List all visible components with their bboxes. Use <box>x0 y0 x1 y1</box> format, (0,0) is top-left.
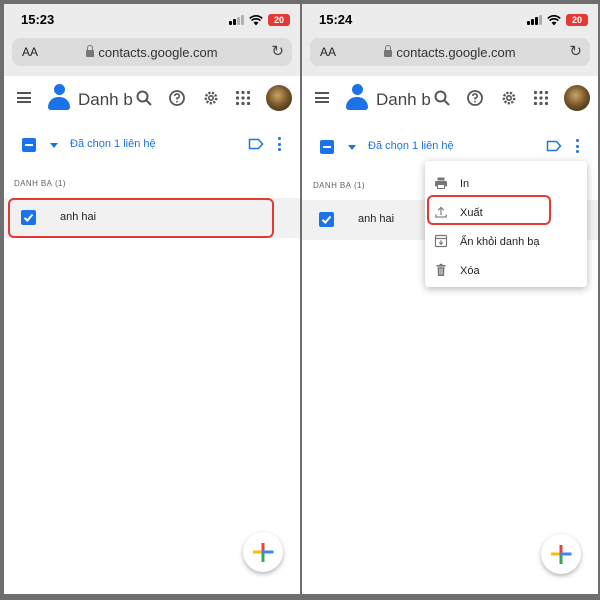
url-display[interactable]: contacts.google.com <box>310 45 590 60</box>
app-title[interactable]: Danh b <box>78 90 133 110</box>
menu-item-delete[interactable]: Xóa <box>425 257 587 285</box>
app-title[interactable]: Danh b <box>376 90 431 110</box>
selection-toolbar: Đã chọn 1 liên hệ <box>4 132 300 160</box>
status-time: 15:24 <box>319 12 353 27</box>
status-bar: 15:23 20 <box>4 4 300 34</box>
address-bar[interactable]: AA contacts.google.com ↻ <box>310 38 590 66</box>
section-label: DANH BẠ (1) <box>313 181 365 190</box>
selection-toolbar: Đã chọn 1 liên hệ <box>302 134 598 162</box>
contacts-logo[interactable] <box>47 84 71 110</box>
help-icon[interactable] <box>168 89 186 107</box>
plus-icon <box>551 545 572 564</box>
reload-icon[interactable]: ↻ <box>569 42 582 60</box>
battery-indicator: 20 <box>268 14 290 26</box>
selection-count-text: Đã chọn 1 liên hệ <box>368 140 454 152</box>
contact-name[interactable]: anh hai <box>358 213 394 225</box>
browser-chrome: 15:24 20 AA contacts.google.com ↻ <box>302 4 598 76</box>
app-header: Danh b <box>4 76 300 122</box>
select-all-checkbox[interactable] <box>320 140 334 154</box>
label-icon[interactable] <box>248 138 264 150</box>
help-icon[interactable] <box>466 89 484 107</box>
checkmark-icon <box>321 215 332 224</box>
menu-icon[interactable] <box>17 92 31 103</box>
add-contact-fab[interactable] <box>243 532 283 572</box>
wifi-icon <box>249 14 263 25</box>
reload-icon[interactable]: ↻ <box>271 42 284 60</box>
plus-icon <box>253 543 274 562</box>
more-options-icon[interactable] <box>575 139 579 153</box>
contact-checkbox[interactable] <box>319 212 334 227</box>
status-bar: 15:24 20 <box>302 4 598 34</box>
add-contact-fab[interactable] <box>541 534 581 574</box>
app-header: Danh b <box>302 76 598 122</box>
hide-contact-icon <box>434 234 448 248</box>
settings-gear-icon[interactable] <box>500 89 518 107</box>
apps-grid-icon[interactable] <box>234 89 252 107</box>
menu-item-hide-contact[interactable]: Ẩn khỏi danh bạ <box>425 228 587 256</box>
cellular-signal-icon <box>527 15 542 25</box>
status-icons: 20 <box>229 14 290 26</box>
screenshot-left: 15:23 20 AA contacts.google.com ↻ Danh b… <box>4 4 300 594</box>
screenshot-right: 15:24 20 AA contacts.google.com ↻ Danh b… <box>302 4 598 594</box>
highlight-frame <box>427 195 551 225</box>
menu-item-label: Ẩn khỏi danh bạ <box>460 236 540 248</box>
contacts-logo[interactable] <box>345 84 369 110</box>
menu-item-label: In <box>460 178 470 190</box>
label-icon[interactable] <box>546 140 562 152</box>
apps-grid-icon[interactable] <box>532 89 550 107</box>
lock-icon <box>384 45 393 57</box>
status-icons: 20 <box>527 14 588 26</box>
url-text: contacts.google.com <box>98 45 218 60</box>
more-options-icon[interactable] <box>277 137 281 151</box>
menu-icon[interactable] <box>315 92 329 103</box>
print-icon <box>435 177 447 189</box>
trash-icon <box>436 263 446 276</box>
cellular-signal-icon <box>229 15 244 25</box>
select-all-checkbox[interactable] <box>22 138 36 152</box>
select-dropdown-caret-icon[interactable] <box>50 143 58 148</box>
account-avatar[interactable] <box>564 85 590 111</box>
account-avatar[interactable] <box>266 85 292 111</box>
highlight-frame <box>8 198 274 238</box>
section-label: DANH BẠ (1) <box>14 179 66 188</box>
status-time: 15:23 <box>21 12 55 27</box>
search-icon[interactable] <box>433 89 451 107</box>
address-bar[interactable]: AA contacts.google.com ↻ <box>12 38 292 66</box>
selection-count-text: Đã chọn 1 liên hệ <box>70 138 156 150</box>
settings-gear-icon[interactable] <box>202 89 220 107</box>
url-text: contacts.google.com <box>396 45 516 60</box>
lock-icon <box>86 45 95 57</box>
search-icon[interactable] <box>135 89 153 107</box>
url-display[interactable]: contacts.google.com <box>12 45 292 60</box>
battery-indicator: 20 <box>566 14 588 26</box>
select-dropdown-caret-icon[interactable] <box>348 145 356 150</box>
menu-item-label: Xóa <box>460 265 480 277</box>
wifi-icon <box>547 14 561 25</box>
browser-chrome: 15:23 20 AA contacts.google.com ↻ <box>4 4 300 76</box>
menu-item-print[interactable]: In <box>425 170 587 198</box>
